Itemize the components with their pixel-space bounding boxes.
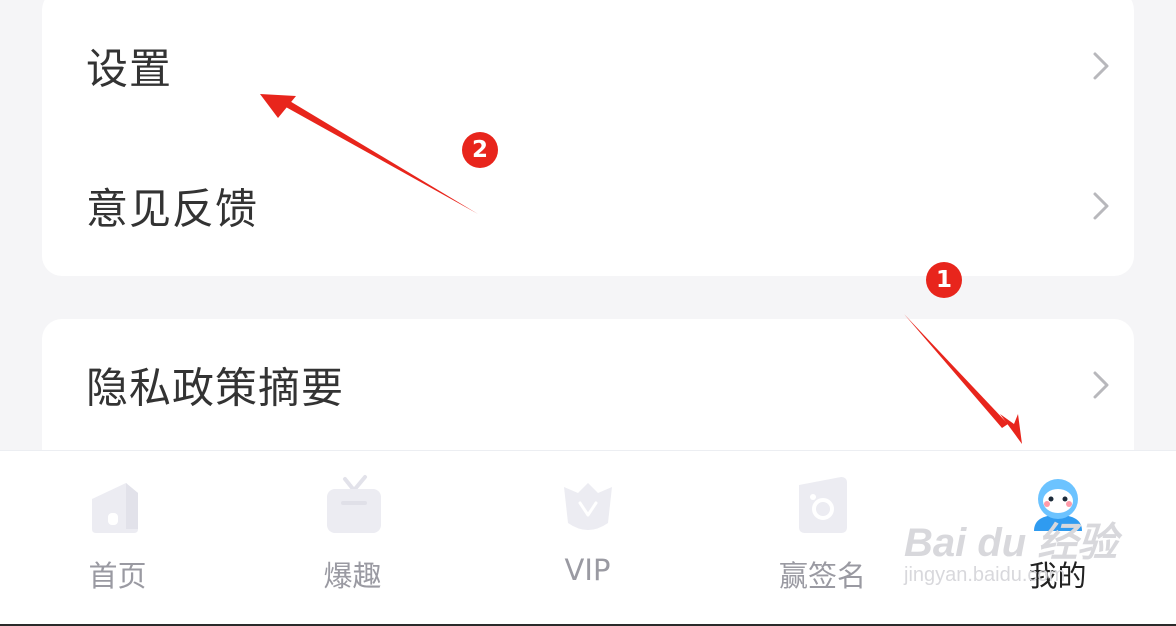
tab-baoqu[interactable]: 爆趣 bbox=[235, 451, 470, 625]
tab-mine[interactable]: 我的 bbox=[940, 451, 1175, 625]
menu-item-settings[interactable]: 设置 bbox=[42, 6, 1134, 126]
step-badge-1: 1 bbox=[926, 262, 962, 298]
menu-item-settings-label: 设置 bbox=[86, 44, 173, 94]
tab-home[interactable]: 首页 bbox=[0, 451, 235, 625]
step-badge-2: 2 bbox=[462, 132, 498, 168]
menu-item-privacy-summary[interactable]: 隐私政策摘要 bbox=[42, 325, 1134, 445]
menu-item-feedback[interactable]: 意见反馈 bbox=[42, 146, 1134, 266]
vip-crown-icon bbox=[563, 483, 612, 530]
tab-mine-label: 我的 bbox=[1028, 559, 1087, 593]
chevron-right-icon bbox=[1093, 52, 1109, 80]
tab-sign[interactable]: 赢签名 bbox=[705, 451, 940, 625]
tab-vip-label: VIP bbox=[564, 553, 611, 587]
tab-baoqu-label: 爆趣 bbox=[323, 559, 382, 593]
avatar-icon bbox=[1033, 479, 1082, 531]
tv-icon bbox=[326, 475, 381, 533]
signature-icon bbox=[798, 477, 847, 533]
settings-card: 设置 意见反馈 bbox=[42, 0, 1134, 276]
tab-sign-label: 赢签名 bbox=[778, 559, 866, 593]
bottom-tab-bar: 首页 爆趣 VIP 赢签名 我的 bbox=[0, 450, 1176, 626]
tab-home-label: 首页 bbox=[88, 559, 147, 593]
menu-item-privacy-summary-label: 隐私政策摘要 bbox=[86, 363, 345, 413]
chevron-right-icon bbox=[1093, 371, 1109, 399]
home-icon bbox=[91, 483, 138, 533]
menu-item-feedback-label: 意见反馈 bbox=[86, 184, 259, 234]
tab-vip[interactable]: VIP bbox=[470, 451, 705, 625]
chevron-right-icon bbox=[1093, 192, 1109, 220]
